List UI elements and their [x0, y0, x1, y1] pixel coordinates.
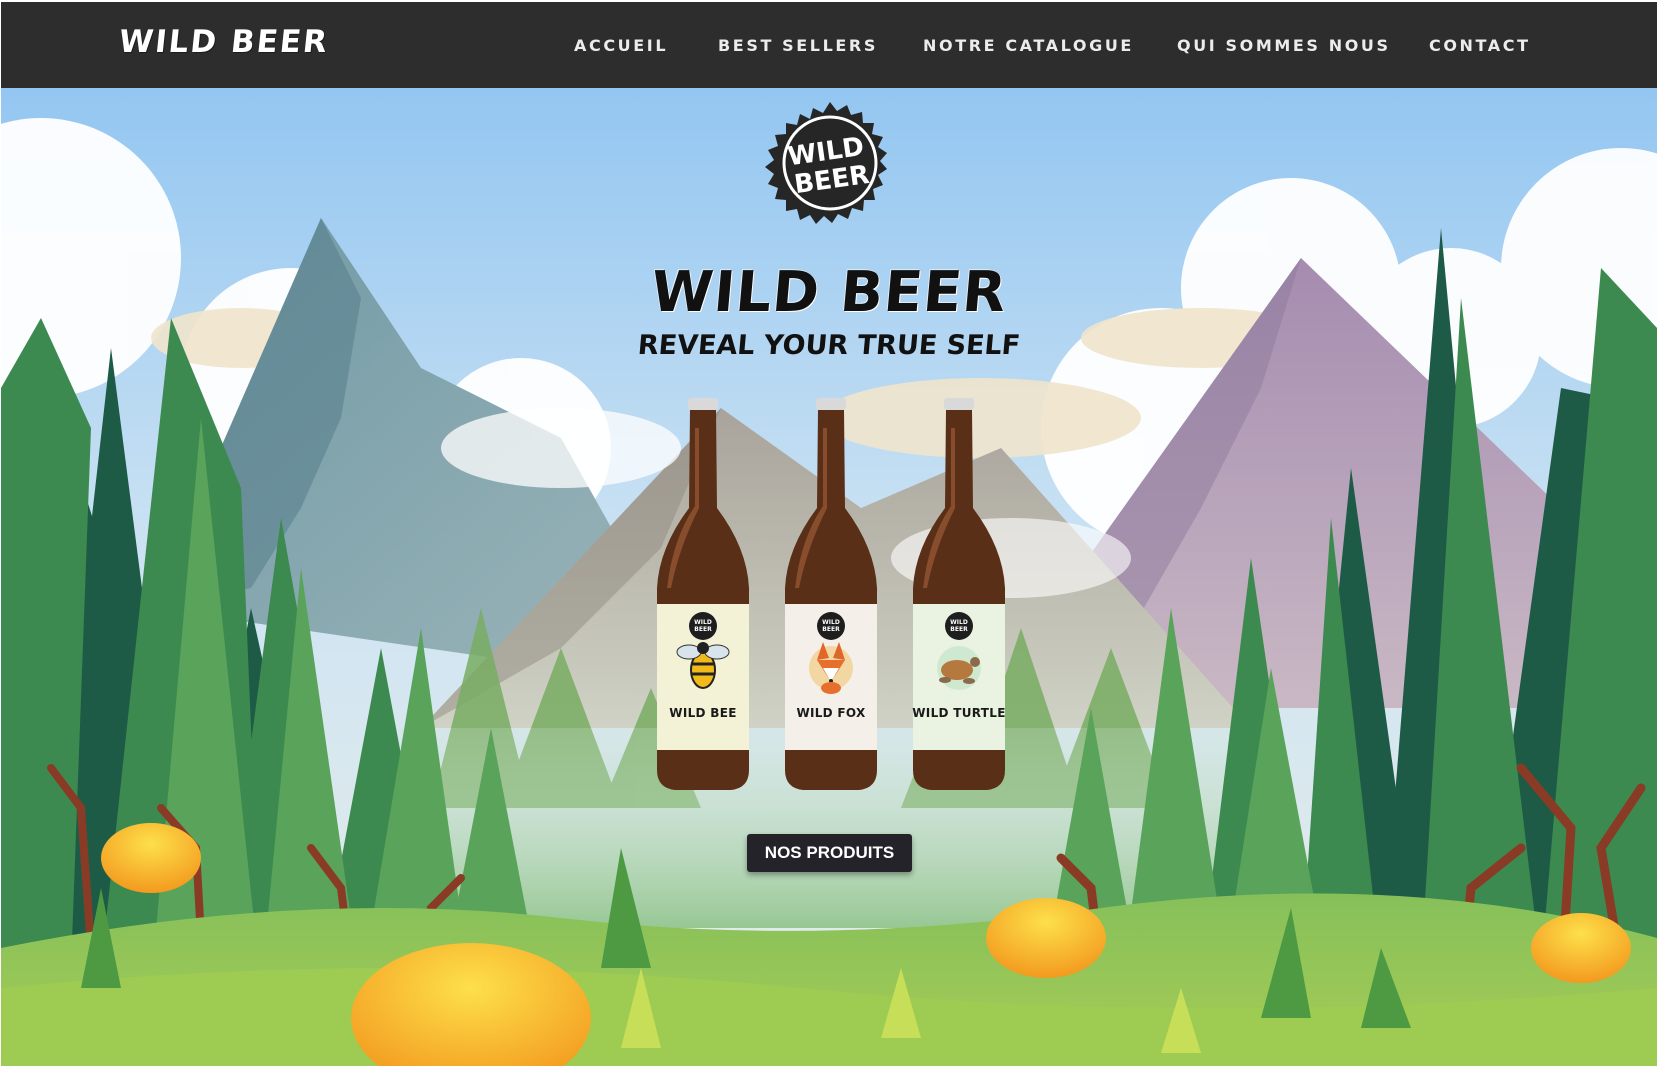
label-logo-turtle: WILD BEER — [945, 612, 973, 640]
bottle-wild-turtle[interactable]: WILD BEER WILD TURTLE — [907, 398, 1011, 898]
nav-qui-sommes-nous[interactable]: QUI SOMMES NOUS — [1177, 36, 1391, 55]
label-logo-fox: WILD BEER — [817, 612, 845, 640]
main-menu: ACCUEIL BEST SELLERS NOTRE CATALOGUE QUI… — [1, 2, 1657, 88]
bottle-wild-fox[interactable]: WILD BEER WILD FOX — [779, 398, 883, 898]
hero-title: WILD BEER — [648, 260, 1010, 325]
bottle-name-turtle: WILD TURTLE — [912, 706, 1006, 720]
label-logo-bee: WILD BEER — [689, 612, 717, 640]
nos-produits-button[interactable]: NOS PRODUITS — [747, 834, 912, 872]
nav-catalogue[interactable]: NOTRE CATALOGUE — [923, 36, 1134, 55]
hero-section: WILD BEER WILD BEER REVEAL YOUR TRUE SEL… — [1, 88, 1657, 1066]
top-navigation: WILD BEER ACCUEIL BEST SELLERS NOTRE CAT… — [1, 2, 1657, 88]
hero-tagline: REVEAL YOUR TRUE SELF — [636, 330, 1022, 361]
bottle-name-fox: WILD FOX — [796, 706, 866, 720]
browser-viewport: WILD BEER ACCUEIL BEST SELLERS NOTRE CAT… — [1, 2, 1657, 1066]
product-bottles: WILD BEER WILD BEE WILD BEER WILD FOX WI… — [645, 398, 1015, 898]
nav-accueil[interactable]: ACCUEIL — [574, 36, 668, 55]
bottle-cap-logo: WILD BEER — [765, 102, 887, 224]
bottle-wild-bee[interactable]: WILD BEER WILD BEE — [651, 398, 755, 898]
nav-contact[interactable]: CONTACT — [1429, 36, 1531, 55]
turtle-icon — [937, 646, 981, 690]
nav-best-sellers[interactable]: BEST SELLERS — [718, 36, 878, 55]
bottle-name-bee: WILD BEE — [669, 706, 737, 720]
